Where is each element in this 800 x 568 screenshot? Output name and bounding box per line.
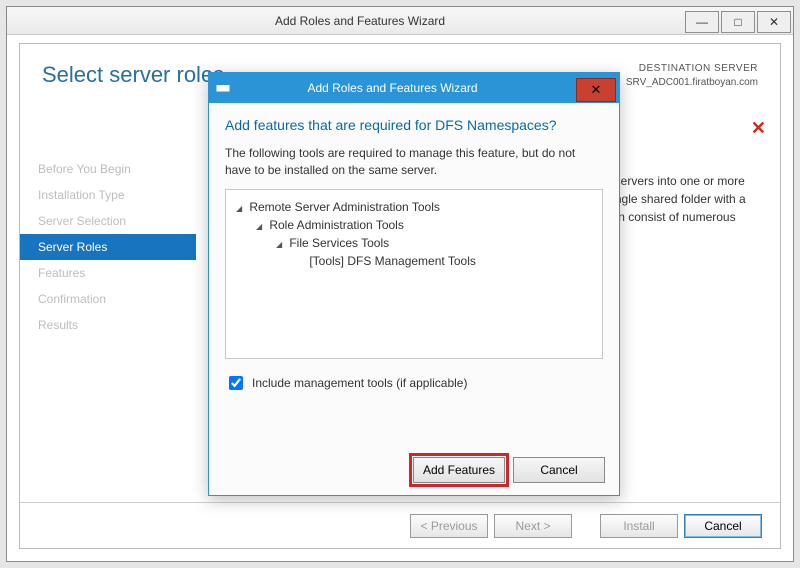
wizard-step[interactable]: Results <box>20 312 196 338</box>
dialog-heading: Add features that are required for DFS N… <box>225 117 603 133</box>
include-tools-checkbox[interactable] <box>229 376 243 390</box>
install-button[interactable]: Install <box>600 514 678 538</box>
destination-label: DESTINATION SERVER <box>626 62 758 76</box>
features-tree: ◢ Remote Server Administration Tools◢ Ro… <box>225 189 603 359</box>
destination-server-info: DESTINATION SERVER SRV_ADC001.firatboyan… <box>626 62 758 89</box>
page-title: Select server roles <box>42 62 224 89</box>
tree-node: ◢ File Services Tools <box>236 234 592 252</box>
caret-icon: ◢ <box>236 204 246 213</box>
dialog-text: The following tools are required to mana… <box>225 145 603 179</box>
dialog-close-button[interactable]: ✕ <box>576 78 616 102</box>
include-tools-label: Include management tools (if applicable) <box>252 376 467 390</box>
add-features-button[interactable]: Add Features <box>413 457 505 483</box>
dialog-title: Add Roles and Features Wizard <box>237 81 576 95</box>
window-titlebar: Add Roles and Features Wizard — □ ✕ <box>7 7 793 35</box>
tree-node-label: Role Administration Tools <box>266 218 404 232</box>
tree-node-label: Remote Server Administration Tools <box>246 200 440 214</box>
dismiss-icon[interactable]: ✕ <box>751 118 766 139</box>
next-button[interactable]: Next > <box>494 514 572 538</box>
close-button[interactable]: ✕ <box>757 11 791 33</box>
wizard-footer: < Previous Next > Install Cancel <box>20 502 780 548</box>
wizard-step[interactable]: Before You Begin <box>20 156 196 182</box>
window-title: Add Roles and Features Wizard <box>35 14 685 28</box>
wizard-step[interactable]: Server Roles <box>20 234 196 260</box>
maximize-button[interactable]: □ <box>721 11 755 33</box>
cancel-button[interactable]: Cancel <box>684 514 762 538</box>
wizard-step[interactable]: Installation Type <box>20 182 196 208</box>
caret-icon: ◢ <box>276 240 286 249</box>
include-tools-row[interactable]: Include management tools (if applicable) <box>225 373 603 393</box>
tree-node-label: File Services Tools <box>286 236 389 250</box>
wizard-step[interactable]: Confirmation <box>20 286 196 312</box>
tree-node-label: [Tools] DFS Management Tools <box>306 254 476 268</box>
dialog-cancel-button[interactable]: Cancel <box>513 457 605 483</box>
wizard-step[interactable]: Server Selection <box>20 208 196 234</box>
tree-node: [Tools] DFS Management Tools <box>236 252 592 270</box>
server-manager-icon <box>209 74 237 102</box>
destination-value: SRV_ADC001.firatboyan.com <box>626 76 758 90</box>
tree-node: ◢ Remote Server Administration Tools <box>236 198 592 216</box>
wizard-step[interactable]: Features <box>20 260 196 286</box>
wizard-steps: Before You BeginInstallation TypeServer … <box>20 150 196 496</box>
minimize-button[interactable]: — <box>685 11 719 33</box>
dialog-titlebar: Add Roles and Features Wizard ✕ <box>209 73 619 103</box>
tree-node: ◢ Role Administration Tools <box>236 216 592 234</box>
caret-icon: ◢ <box>256 222 266 231</box>
previous-button[interactable]: < Previous <box>410 514 488 538</box>
add-features-dialog: Add Roles and Features Wizard ✕ Add feat… <box>208 72 620 496</box>
